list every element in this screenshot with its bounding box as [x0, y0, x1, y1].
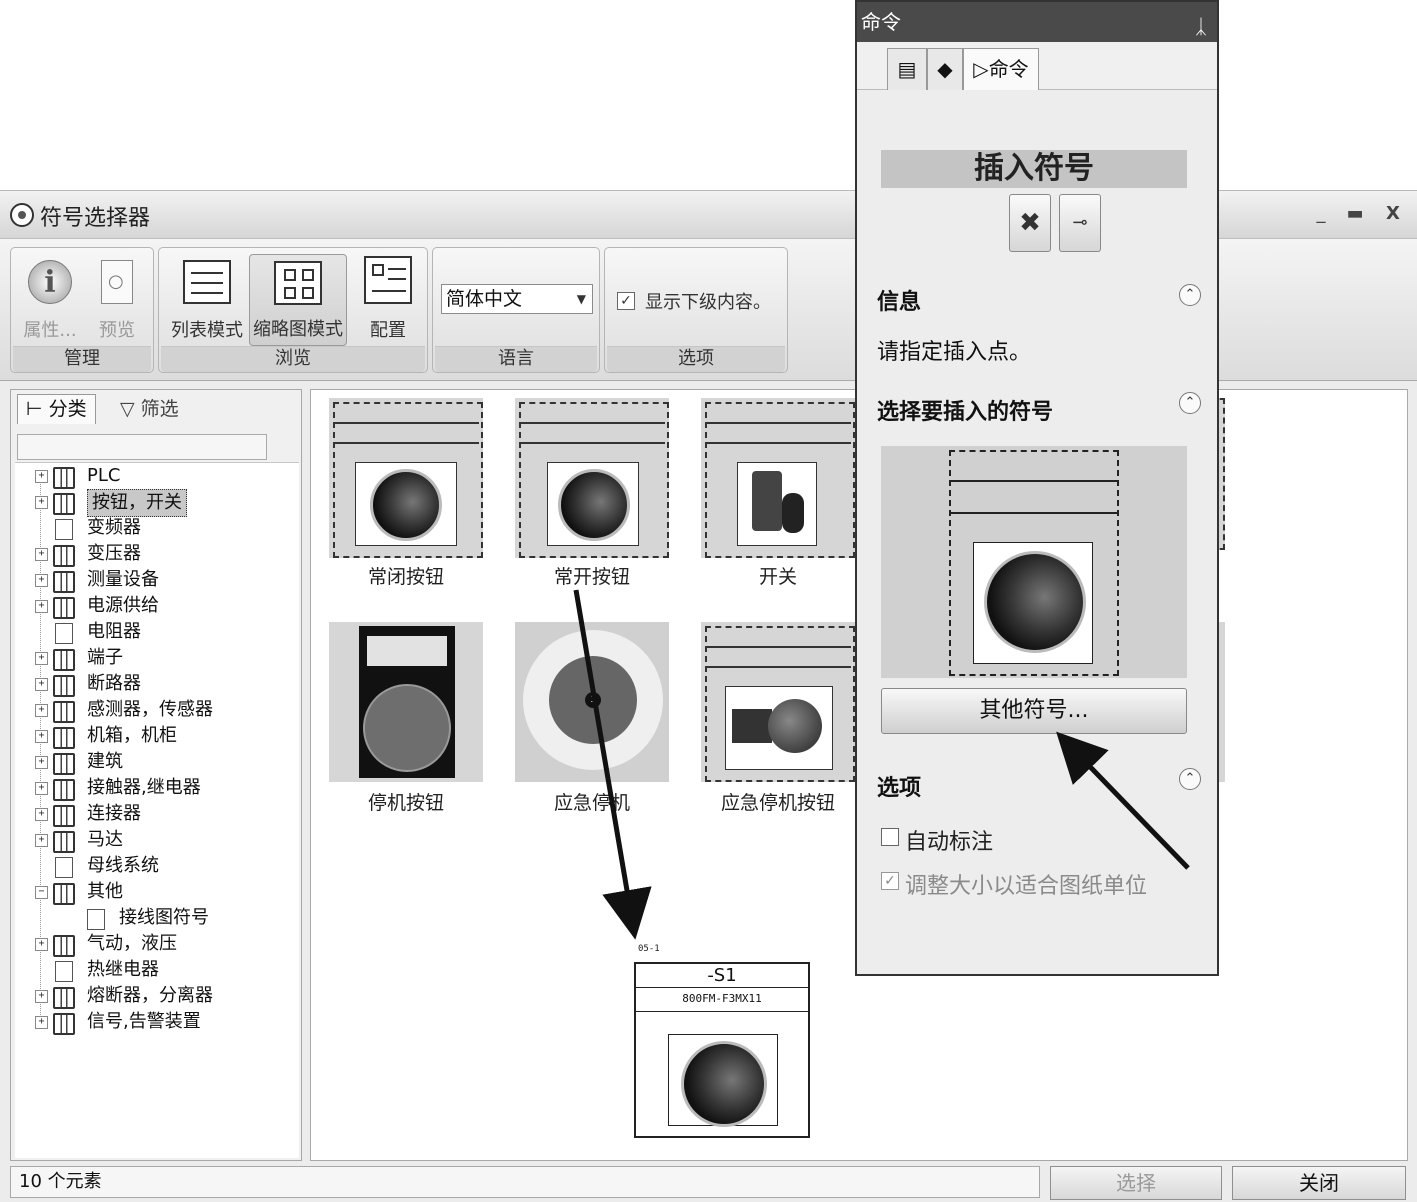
arrow-to-placed-symbol [573, 589, 652, 940]
arrow-to-other-symbols [1056, 731, 1190, 870]
annotation-arrows [573, 589, 1190, 940]
